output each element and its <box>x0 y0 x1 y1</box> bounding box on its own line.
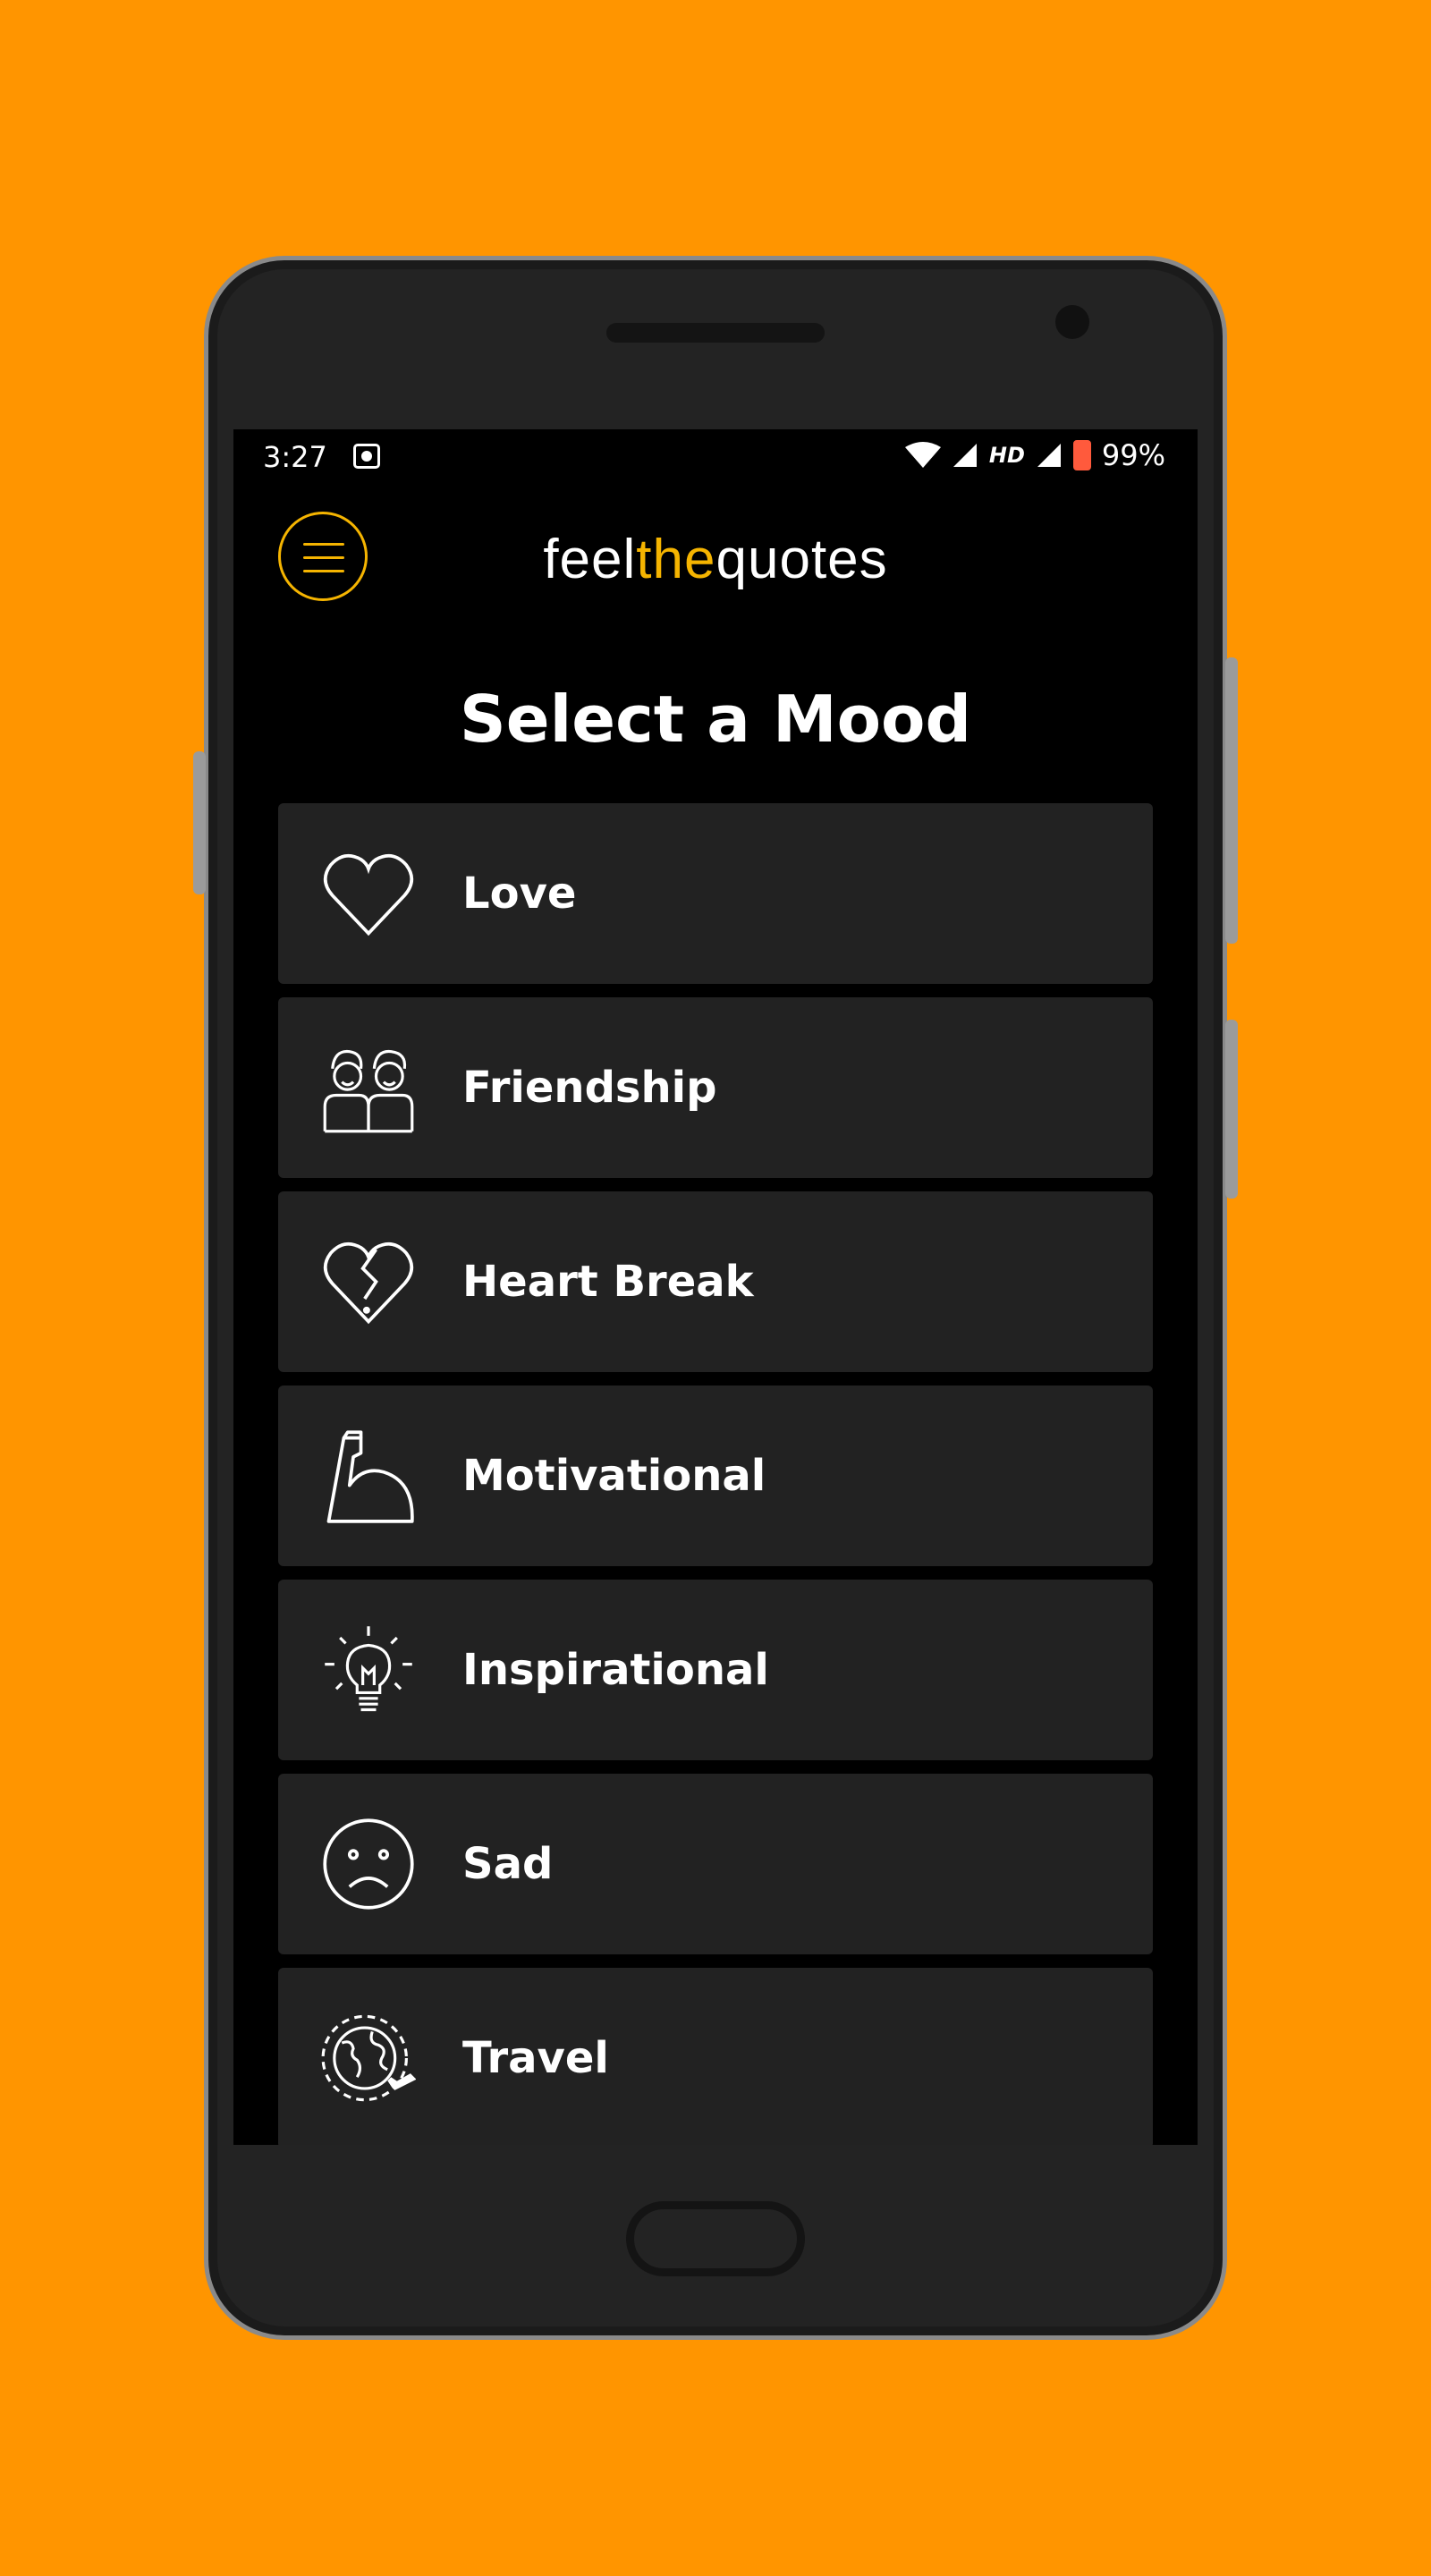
mood-label: Motivational <box>462 1451 766 1501</box>
mood-label: Heart Break <box>462 1257 754 1307</box>
wifi-icon <box>904 442 941 468</box>
mood-item-friendship[interactable]: Friendship <box>278 997 1153 1178</box>
sad-face-icon <box>323 1818 414 1910</box>
globe-plane-icon <box>321 2014 416 2102</box>
mood-item-sad[interactable]: Sad <box>278 1774 1153 1954</box>
mood-item-motivational[interactable]: Motivational <box>278 1385 1153 1566</box>
mood-label: Friendship <box>462 1063 717 1113</box>
mood-label: Inspirational <box>462 1645 769 1695</box>
phone-left-button <box>193 751 206 894</box>
broken-heart-icon <box>323 1241 414 1325</box>
status-time: 3:27 <box>263 440 327 474</box>
logo-part-feel: feel <box>543 529 637 590</box>
app-logo: feelthequotes <box>233 528 1198 591</box>
mood-item-love[interactable]: Love <box>278 803 1153 984</box>
signal-icon <box>953 444 977 467</box>
status-icons: HD 99% <box>904 438 1165 472</box>
mood-item-inspirational[interactable]: Inspirational <box>278 1580 1153 1760</box>
battery-icon <box>1072 440 1091 470</box>
mood-item-heart-break[interactable]: Heart Break <box>278 1191 1153 1372</box>
flexed-arm-icon <box>326 1430 414 1523</box>
logo-part-quotes: quotes <box>716 529 888 590</box>
phone-speaker <box>606 323 825 343</box>
signal-icon-2 <box>1037 444 1061 467</box>
lightbulb-icon <box>325 1626 412 1712</box>
phone-camera <box>1055 305 1089 339</box>
mood-label: Travel <box>462 2033 609 2083</box>
heart-icon <box>323 853 414 936</box>
page-title: Select a Mood <box>459 682 972 757</box>
phone-right-button-bottom <box>1225 1020 1238 1199</box>
mood-item-travel[interactable]: Travel <box>278 1968 1153 2145</box>
phone-home-button[interactable] <box>626 2201 805 2276</box>
app-header: feelthequotes <box>233 485 1198 601</box>
status-bar: 3:27 HD 99% <box>233 429 1198 485</box>
battery-percent: 99% <box>1101 438 1165 472</box>
screenshot-notification-icon <box>353 444 380 469</box>
network-type-label: HD <box>988 443 1025 468</box>
friends-icon <box>323 1049 414 1133</box>
mood-label: Sad <box>462 1839 554 1889</box>
phone-right-button-top <box>1225 657 1238 944</box>
mood-label: Love <box>462 869 577 919</box>
logo-part-the: the <box>636 529 716 590</box>
app-screen: 3:27 HD 99% feelthequotes Select a Mood <box>233 429 1198 2145</box>
